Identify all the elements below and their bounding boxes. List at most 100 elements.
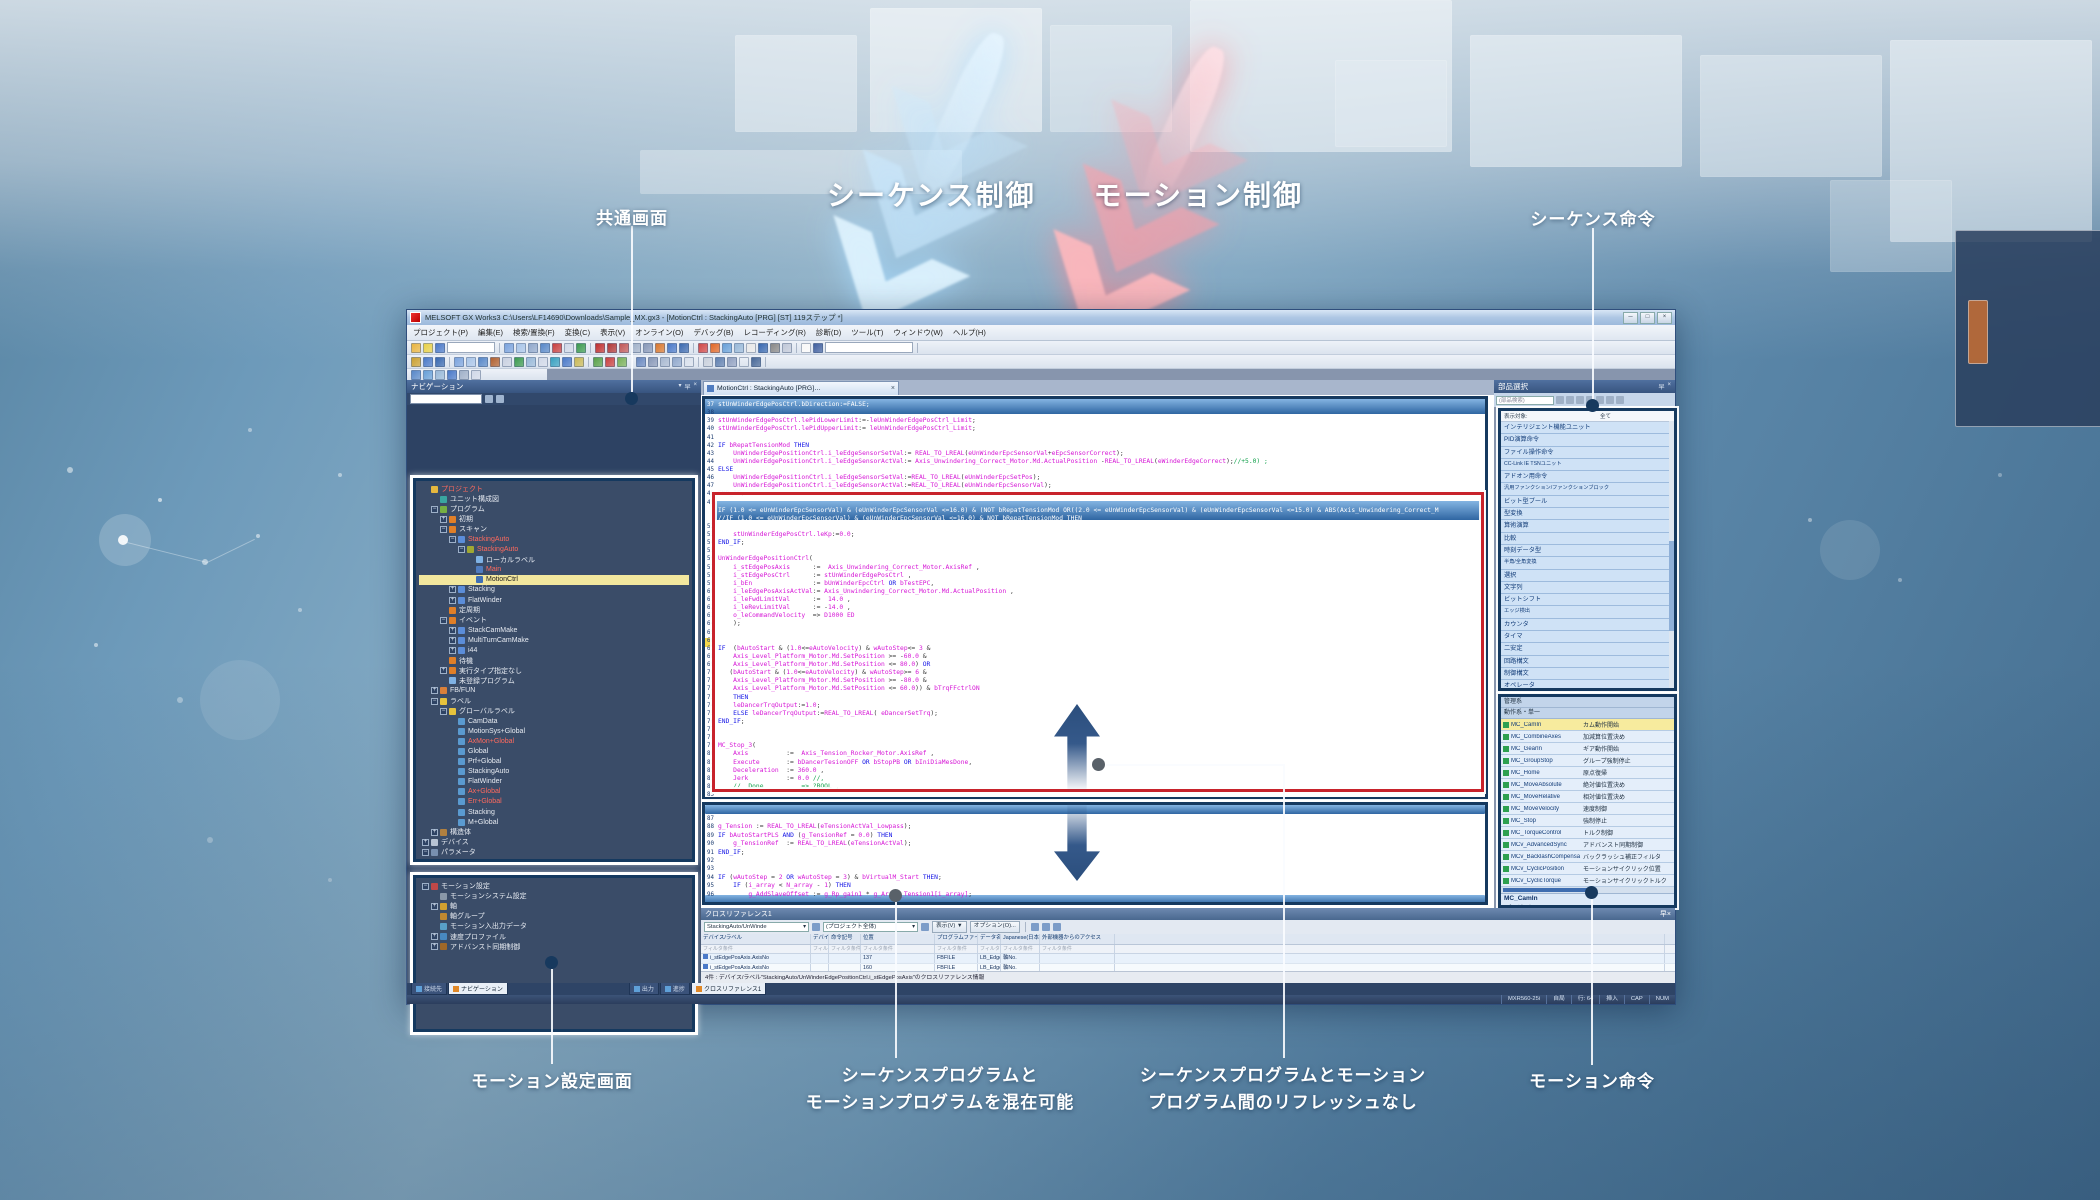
search-icon[interactable] [812,923,820,931]
code-line[interactable]: 93 [701,865,1494,873]
nav-toolbar-icon[interactable] [485,395,493,403]
tree-item[interactable]: 定周期 [419,605,689,615]
tree-item[interactable]: −ラベル [419,696,689,706]
code-line[interactable]: 43 UnWinderEdgePositionCtrl.i_leEdgeSens… [701,450,1494,458]
expand-toggle-icon[interactable]: − [440,617,447,624]
tree-item[interactable]: +軸 [419,901,689,911]
instruction-category-row[interactable]: 二安定 [1501,643,1674,655]
toolbar-icon[interactable] [574,357,584,367]
motion-instruction-row[interactable]: MC_TorqueControlトルク制御 [1501,827,1674,839]
tree-item[interactable]: −スキャン [419,524,689,534]
toolbar-icon[interactable] [655,343,665,353]
toolbar-icon[interactable] [526,357,536,367]
toolbar-icon[interactable] [710,343,720,353]
code-line[interactable]: 52 [701,523,1494,531]
instruction-category-row[interactable]: 比較 [1501,533,1674,545]
motion-instruction-row[interactable]: MC_MoveAbsolute絶対値位置決め [1501,779,1674,791]
toolbar-icon[interactable] [813,343,823,353]
tree-item[interactable]: モーション入出力データ [419,921,689,931]
code-line[interactable]: 94IF (wAutoStep = 2 OR wAutoStep = 3) & … [701,874,1494,882]
toolbar-icon[interactable] [423,370,433,380]
code-line[interactable]: 87 [701,815,1494,823]
expand-toggle-icon[interactable]: − [449,536,456,543]
expand-toggle-icon[interactable]: + [440,516,447,523]
tree-item[interactable]: +FlatWinder [419,595,689,605]
code-line[interactable]: 56UnWinderEdgePositionCtrl( [701,555,1494,563]
code-line[interactable]: 46 UnWinderEdgePositionCtrl.i_leEdgeSens… [701,474,1494,482]
expand-toggle-icon[interactable]: + [449,597,456,604]
tree-item[interactable]: −パラメータ [419,847,689,856]
instruction-category-row[interactable]: 型変換 [1501,508,1674,520]
toolbar-icon[interactable] [619,343,629,353]
code-line[interactable]: 60 i_leEdgePosAxisActVal:= Axis_Unwinder… [701,588,1494,596]
search-target-combo[interactable]: StackingAuto/UnWinde▾ [704,922,809,932]
toolbar-icon[interactable] [435,370,445,380]
code-line[interactable]: 41 [701,434,1494,442]
toolbar-icon[interactable] [648,357,658,367]
menu-item[interactable]: 編集(E) [478,327,503,338]
menu-item[interactable]: デバッグ(B) [693,327,733,338]
code-line[interactable]: 48END_IF; [701,490,1494,498]
code-line[interactable]: 42IF bRepatTensionMod THEN [701,442,1494,450]
scrollbar[interactable] [1669,421,1674,688]
tree-item[interactable]: M+Global [419,817,689,827]
dock-tab-出力[interactable]: 出力 [629,983,659,995]
tree-item[interactable]: Ax+Global [419,787,689,797]
toolbar-icon[interactable] [739,357,749,367]
motion-instruction-row[interactable]: MC_CombineAxes加減算位置決め [1501,731,1674,743]
code-line[interactable]: 76END_IF; [701,718,1494,726]
tree-item[interactable]: −モーション設定 [419,881,689,891]
instruction-category-row[interactable]: 汎用ファンクション/ファンクションブロック [1501,483,1674,495]
instruction-category-row[interactable]: ビット型ブール [1501,496,1674,508]
tree-item[interactable]: ユニット構成図 [419,494,689,504]
view-button[interactable]: 表示(V) ▼ [932,921,967,933]
instruction-category-row[interactable]: エッジ検出 [1501,606,1674,618]
toolbar-icon[interactable] [660,357,670,367]
motion-instruction-row[interactable]: MC_Home原点復帰 [1501,767,1674,779]
motion-instruction-row[interactable]: MCv_AdvancedSyncアドバンスト同期制御 [1501,839,1674,851]
toolbar-icon[interactable] [516,343,526,353]
toolbar-icon[interactable] [528,343,538,353]
code-line[interactable]: 63 o_leCommandVelocity => D1000 ED [701,612,1494,620]
help-icon[interactable] [1616,396,1624,404]
expand-toggle-icon[interactable]: + [431,687,438,694]
table-header-cell[interactable]: データ名 [978,934,1001,944]
motion-instruction-row[interactable]: MCv_BacklashCompensaバックラッシュ補正フィルタ [1501,851,1674,863]
redo-icon[interactable] [1606,396,1614,404]
tree-item[interactable]: 未登録プログラム [419,676,689,686]
toolbar-icon[interactable] [734,343,744,353]
table-header-cell[interactable]: 命令記号 [829,934,861,944]
tree-item[interactable]: MotionCtrl [419,575,689,585]
filter-cell[interactable]: フィルタ条件 [829,945,861,953]
filter-cell[interactable]: フィルタ条件 [811,945,829,953]
table-header-cell[interactable]: プログラムファイル名 [935,934,978,944]
code-line[interactable]: 77 [701,726,1494,734]
toolbar-icon[interactable] [617,357,627,367]
dock-tab-クロスリファレンス1[interactable]: クロスリファレンス1 [691,983,766,995]
toolbar-icon[interactable] [746,343,756,353]
toolbar-icon[interactable] [727,357,737,367]
filter-cell[interactable]: フィルタ条件 [861,945,935,953]
filter-cell[interactable]: フィルタ条件 [978,945,1001,953]
pin-icon[interactable]: 早 [684,382,690,391]
expand-toggle-icon[interactable]: + [431,903,438,910]
close-icon[interactable]: × [693,382,697,391]
table-header-cell[interactable] [1115,934,1665,944]
code-line[interactable]: 68 Axis_Level_Platform_Motor.Md.SetPosit… [701,653,1494,661]
expand-all-icon[interactable] [1053,923,1061,931]
tree-item[interactable]: +Stacking [419,585,689,595]
filter-cell[interactable] [1115,945,1665,953]
code-line[interactable]: 67IF (bAutoStart & (1.0<=eAutoVelocity) … [701,645,1494,653]
toolbar-icon[interactable] [593,357,603,367]
maximize-button[interactable]: □ [1640,312,1655,324]
code-line[interactable]: 88g_Tension := REAL_TO_LREAL(eTensionAct… [701,823,1494,831]
close-button[interactable]: × [1657,312,1672,324]
tree-item[interactable]: +FB/FUN [419,686,689,696]
motion-instruction-row[interactable]: MC_GearInギア動作開始 [1501,743,1674,755]
code-line[interactable]: 75 ELSE leDancerTrqOutput:=REAL_TO_LREAL… [701,710,1494,718]
toolbar-icon[interactable] [411,357,421,367]
motion-instruction-row[interactable]: MC_CamInカム動作開始 [1501,719,1674,731]
navigation-filter-combo[interactable] [410,394,482,404]
tree-item[interactable]: +i44 [419,646,689,656]
tree-item[interactable]: +構造体 [419,827,689,837]
